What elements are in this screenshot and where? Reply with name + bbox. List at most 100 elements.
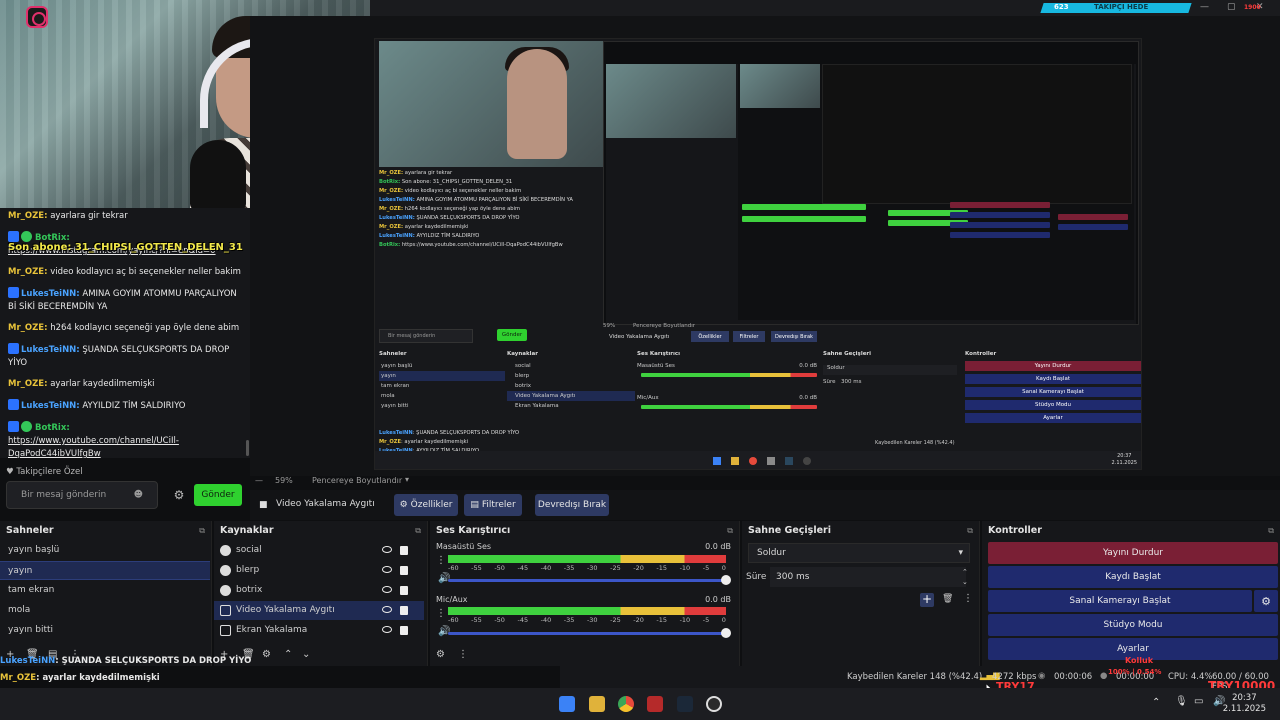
nested-chat-message: BotRix: https://www.youtube.com/channel/…: [379, 241, 603, 250]
scene-item[interactable]: mola: [0, 601, 210, 620]
tray-mic-icon[interactable]: 🎙: [1175, 696, 1188, 707]
nested-clock-date: 2.11.2025: [1111, 460, 1137, 466]
transition-select[interactable]: Soldur ▾: [748, 543, 970, 563]
chat-input[interactable]: Bir mesaj gönderin ☻: [6, 481, 158, 509]
visibility-eye-icon[interactable]: [382, 626, 392, 633]
chat-username[interactable]: Mr_OZE:: [8, 211, 48, 221]
scene-item[interactable]: yayın bitti: [0, 621, 210, 640]
tray-display-icon[interactable]: ▭: [1194, 696, 1203, 707]
source-item[interactable]: blerp: [214, 561, 424, 580]
lock-icon[interactable]: [400, 586, 408, 595]
chat-username[interactable]: LukesTeiNN:: [21, 345, 80, 355]
meter-tick-label: -10: [679, 564, 691, 572]
visibility-eye-icon[interactable]: [382, 546, 392, 553]
control-button-1[interactable]: Kaydı Başlat: [988, 566, 1278, 588]
control-button-3[interactable]: Stüdyo Modu: [988, 614, 1278, 636]
control-button-label: Ayarlar: [1117, 644, 1149, 654]
chat-link[interactable]: https://www.youtube.com/channel/UCiIl-Dq…: [8, 436, 179, 458]
scene-item[interactable]: yayın: [0, 561, 210, 580]
lock-icon[interactable]: [400, 606, 408, 615]
obs-icon[interactable]: [706, 696, 722, 712]
nested-scenes: Sahneler yayın başlü yayın tam ekran mola ya…: [379, 351, 505, 431]
chat-username[interactable]: LukesTeiNN:: [21, 401, 80, 411]
nested-sources: Kaynaklar social blerp botrix Video Yakalam…: [507, 351, 635, 431]
tray-chevron-icon[interactable]: ⌃: [1152, 697, 1160, 708]
duration-input[interactable]: 300 ms: [770, 567, 966, 587]
zoom-out-icon[interactable]: —: [255, 476, 263, 485]
meter-tick-label: -25: [610, 616, 621, 624]
steam-icon[interactable]: [677, 696, 693, 712]
meter-tick-label: -35: [563, 564, 575, 572]
chrome-icon[interactable]: [618, 696, 634, 712]
source-item[interactable]: botrix: [214, 581, 424, 600]
nested-webcam: [379, 41, 603, 167]
dock-popout-icon[interactable]: ⧉: [199, 526, 205, 536]
nested-transitions: Sahne Geçişleri Soldur Süre 300 ms: [823, 351, 963, 431]
nested-chat-username: Mr_OZE:: [379, 188, 404, 194]
nested-chat-message: BotRix: Son abone: 31_CHIPSI_GOTTEN_DELE…: [379, 178, 603, 187]
scene-item[interactable]: tam ekran: [0, 581, 210, 600]
bot-badge-icon: [21, 231, 32, 242]
file-explorer-icon[interactable]: [589, 696, 605, 712]
control-button-label: Kaydı Başlat: [1105, 572, 1161, 582]
desktop-volume-slider[interactable]: [448, 579, 726, 582]
meter-tick-label: -50: [494, 616, 505, 624]
lock-icon[interactable]: [400, 546, 408, 555]
control-button-0[interactable]: Yayını Durdur: [988, 542, 1278, 564]
properties-button[interactable]: ⚙ Özellikler: [394, 494, 458, 516]
chat-username[interactable]: LukesTeiNN:: [21, 289, 80, 299]
controls-popout-icon[interactable]: ⧉: [1268, 526, 1274, 536]
add-transition-icon[interactable]: +: [920, 593, 934, 607]
meter-tick-label: -55: [471, 616, 482, 624]
desktop-volume-knob[interactable]: [721, 575, 731, 585]
source-item[interactable]: social: [214, 541, 424, 560]
visibility-eye-icon[interactable]: [382, 606, 392, 613]
chat-scrollbar[interactable]: [246, 440, 249, 456]
sources-popout-icon[interactable]: ⧉: [415, 526, 421, 536]
nested-zoom: 59%: [603, 323, 616, 329]
fit-dropdown-icon[interactable]: ▾: [405, 475, 409, 484]
zoom-level[interactable]: 59%: [275, 476, 293, 485]
source-item[interactable]: Ekran Yakalama: [214, 621, 424, 640]
lock-icon[interactable]: [400, 626, 408, 635]
source-item[interactable]: Video Yakalama Aygıtı: [214, 601, 424, 620]
mic-aux-menu-icon[interactable]: ⋮: [436, 609, 446, 619]
scene-item[interactable]: yayın başlü: [0, 541, 210, 560]
maximize-icon[interactable]: ▢: [1227, 2, 1236, 12]
send-button[interactable]: Gönder: [194, 484, 242, 506]
mic-volume-knob[interactable]: [721, 628, 731, 638]
visibility-eye-icon[interactable]: [382, 586, 392, 593]
app-icon[interactable]: [647, 696, 663, 712]
taskbar-clock[interactable]: 20:37 2.11.2025: [1223, 693, 1266, 715]
chat-username[interactable]: Mr_OZE:: [8, 323, 48, 333]
transitions-popout-icon[interactable]: ⧉: [967, 526, 973, 536]
control-button-2[interactable]: Sanal Kamerayı Başlat: [988, 590, 1252, 612]
chat-username[interactable]: Mr_OZE:: [8, 379, 48, 389]
chat-username[interactable]: BotRix:: [35, 423, 70, 433]
emoji-icon[interactable]: ☻: [134, 490, 143, 500]
filters-button[interactable]: ▤ Filtreler: [464, 494, 522, 516]
mixer-popout-icon[interactable]: ⧉: [727, 526, 733, 536]
nested-send-button: Gönder: [497, 329, 527, 341]
source-label: Ekran Yakalama: [236, 625, 308, 635]
chat-username[interactable]: Mr_OZE:: [8, 267, 48, 277]
windows-start-icon[interactable]: [559, 696, 575, 712]
controls-dock: Kontroller ⧉ Yayını Durdur Kaydı Başlat Sa…: [982, 521, 1280, 666]
visibility-eye-icon[interactable]: [382, 566, 392, 573]
virtual-camera-settings-gear-icon[interactable]: ⚙: [1254, 590, 1278, 612]
nested-chat-username: LukesTeiNN:: [379, 197, 415, 203]
mic-volume-slider[interactable]: [448, 632, 726, 635]
remove-transition-icon[interactable]: 🗑: [942, 594, 953, 604]
chevron-down-icon: ▾: [958, 548, 963, 558]
desktop-audio-menu-icon[interactable]: ⋮: [436, 556, 446, 566]
minimize-icon[interactable]: —: [1200, 2, 1209, 12]
duration-stepper[interactable]: ⌃ ⌄: [962, 567, 968, 587]
chat-settings-gear-icon[interactable]: ⚙: [172, 488, 186, 502]
nested-studio: [950, 232, 1050, 238]
nested-deactivate: Devredışı Bırak: [771, 331, 817, 342]
deactivate-button[interactable]: Devredışı Bırak: [535, 494, 609, 516]
lock-icon[interactable]: [400, 566, 408, 575]
instagram-icon: [26, 6, 48, 28]
fit-window-toggle[interactable]: Pencereye Boyutlandır: [312, 476, 402, 485]
transition-more-icon[interactable]: ⋮: [963, 593, 973, 604]
